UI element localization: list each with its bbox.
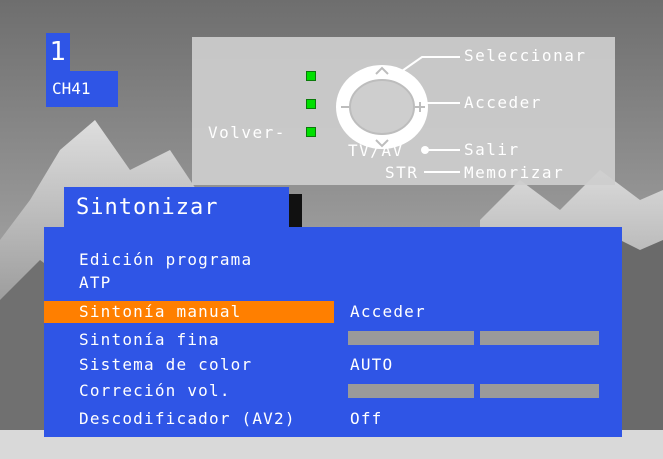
menu-item-atp[interactable]: ATP xyxy=(44,272,334,294)
remote-help-panel: Seleccionar Acceder Volver- TV/AV Salir … xyxy=(192,37,615,185)
help-str-label: STR xyxy=(385,163,419,182)
descodificador-value: Off xyxy=(350,409,383,428)
menu-item-correcion-vol[interactable]: Correción vol. xyxy=(44,380,334,402)
help-access-label: Acceder xyxy=(464,93,542,112)
help-tvav-label: TV/AV xyxy=(348,141,404,160)
channel-name: CH41 xyxy=(46,71,118,107)
sistema-de-color-value: AUTO xyxy=(350,355,394,374)
menu-item-sintonia-manual[interactable]: Sintonía manual xyxy=(44,301,334,323)
correcion-vol-bar-left[interactable] xyxy=(348,384,474,398)
channel-number: 1 xyxy=(46,33,70,71)
correcion-vol-bar-right[interactable] xyxy=(480,384,599,398)
menu-item-sistema-de-color[interactable]: Sistema de color xyxy=(44,354,334,376)
help-select-label: Seleccionar xyxy=(464,46,587,65)
sintonia-fina-bar-left[interactable] xyxy=(348,331,474,345)
menu-title: Sintonizar xyxy=(64,187,289,229)
help-store-label: Memorizar xyxy=(464,163,565,182)
sintonia-manual-value: Acceder xyxy=(350,302,426,321)
menu-item-sintonia-fina[interactable]: Sintonía fina xyxy=(44,329,334,351)
sintonia-fina-bar-right[interactable] xyxy=(480,331,599,345)
menu-item-descodificador-av2[interactable]: Descodificador (AV2) xyxy=(44,408,334,430)
menu-item-edicion-programa[interactable]: Edición programa xyxy=(44,249,334,271)
help-exit-label: Salir xyxy=(464,140,520,159)
tuning-menu: Edición programa ATP Sintonía manual Acc… xyxy=(44,227,622,437)
help-back-label: Volver- xyxy=(208,123,286,142)
